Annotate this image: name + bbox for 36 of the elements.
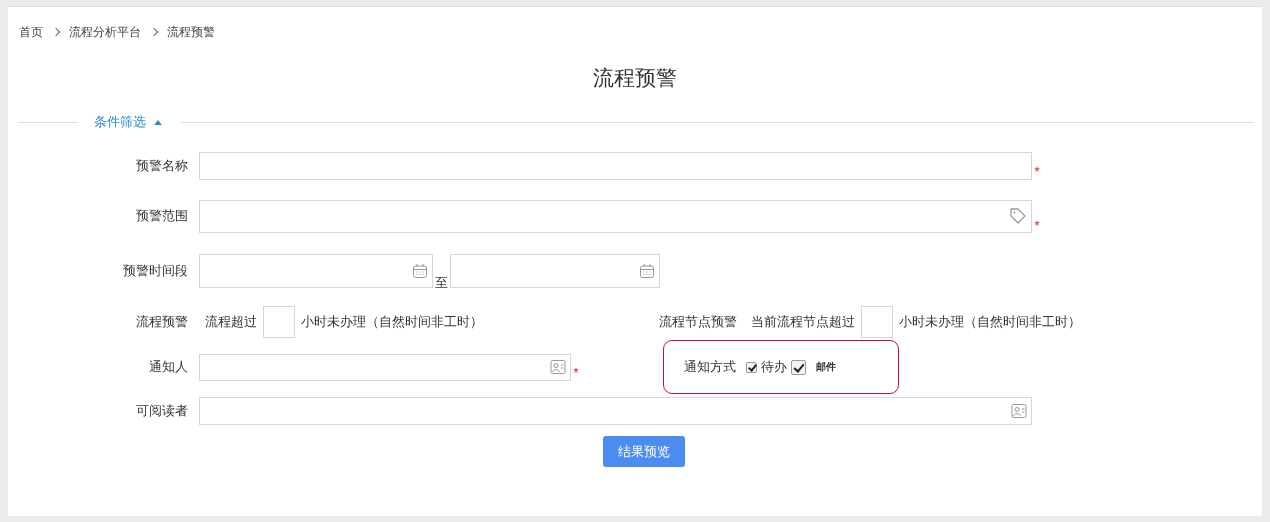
field-label: 通知方式 <box>684 358 736 376</box>
date-field[interactable] <box>450 254 660 288</box>
option-label: 邮件 <box>816 360 836 374</box>
field-label: 预警范围 <box>135 207 189 225</box>
threshold-text: 小时未办理（自然时间非工时） <box>898 313 1082 331</box>
hours-field[interactable] <box>263 306 295 338</box>
calendar-icon[interactable] <box>639 263 655 279</box>
range-separator: 至 <box>434 274 449 292</box>
threshold-text: 小时未办理（自然时间非工时） <box>300 313 484 331</box>
threshold-text: 流程超过 <box>204 313 258 331</box>
field-label: 预警名称 <box>135 157 189 175</box>
field-label: 可阅读者 <box>135 402 189 420</box>
checkbox[interactable] <box>746 361 757 373</box>
option-label: 待办 <box>761 358 787 376</box>
threshold-text: 当前流程节点超过 <box>750 313 856 331</box>
field-label: 预警时间段 <box>122 262 189 280</box>
contact-card-icon[interactable] <box>550 359 566 375</box>
person-field[interactable] <box>199 353 571 381</box>
hours-field[interactable] <box>861 306 893 338</box>
section-toggle[interactable]: 条件筛选 <box>78 113 154 131</box>
breadcrumb-link[interactable]: 流程分析平台 <box>69 23 141 41</box>
tag-field[interactable] <box>199 199 1032 233</box>
caret-icon[interactable] <box>154 119 162 125</box>
page-title: 流程预警 <box>592 65 678 92</box>
field-label: 流程节点预警 <box>659 313 738 331</box>
field-label: 通知人 <box>148 358 189 376</box>
checkbox[interactable] <box>791 359 806 375</box>
person-field[interactable] <box>199 397 1032 425</box>
breadcrumb-link[interactable]: 首页 <box>19 23 43 41</box>
calendar-icon[interactable] <box>412 263 428 279</box>
contact-card-icon[interactable] <box>1011 403 1027 419</box>
text-field[interactable] <box>199 152 1032 180</box>
field-label: 流程预警 <box>135 313 189 331</box>
breadcrumb-link[interactable]: 流程预警 <box>167 23 215 41</box>
tag-icon[interactable] <box>1009 207 1027 225</box>
date-field[interactable] <box>199 254 433 288</box>
